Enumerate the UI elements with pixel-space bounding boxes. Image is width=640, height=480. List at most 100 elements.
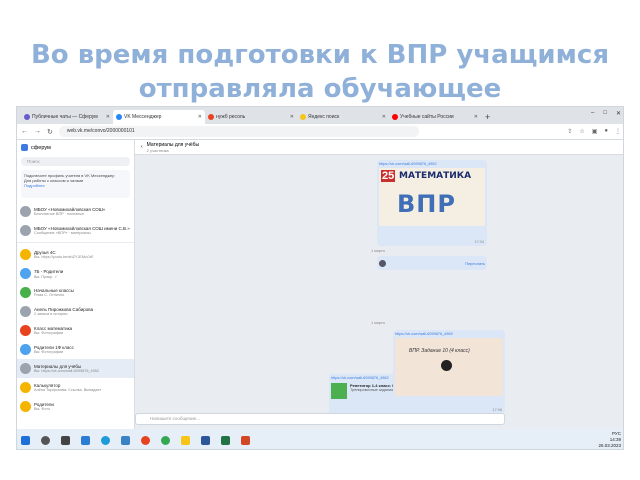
- close-icon[interactable]: ✕: [106, 114, 110, 120]
- video-card-text: ВПР. Задание 10 (4 класс): [409, 348, 470, 354]
- chat-preview: Рома С. Отлично: [34, 293, 65, 297]
- start-icon[interactable]: [21, 435, 30, 445]
- windows-taskbar: РУС 14:39 26.03.2023: [17, 429, 623, 449]
- chat-preview: Вы: Фотографии: [34, 331, 64, 335]
- address-bar: ← → ↻ web.vk.me/convo/2000000101 ⇪ ☆ ▣ ●…: [17, 124, 623, 140]
- avatar: [20, 268, 31, 279]
- forward-icon[interactable]: →: [34, 128, 41, 135]
- close-icon[interactable]: ✕: [198, 114, 202, 120]
- yandex-icon[interactable]: [141, 435, 150, 445]
- date-separator: 1 марта: [371, 321, 385, 325]
- avatar: [20, 249, 31, 260]
- close-icon[interactable]: ✕: [382, 114, 386, 120]
- chat-subtitle: 2 участника: [146, 147, 169, 153]
- back-arrow-icon[interactable]: ‹: [141, 144, 143, 150]
- chat-list-item[interactable]: МБОУ «Новомихайловская СОШ» Бесплатное ВП…: [17, 202, 134, 221]
- chat-list-item-selected[interactable]: Материалы для учёбы Вы: https://vk.com/wa…: [17, 359, 134, 378]
- powerpoint-icon[interactable]: [241, 435, 250, 445]
- chat-list-item[interactable]: МБОУ «Новомихайловская СОШ имени С.В.» Со…: [17, 221, 134, 240]
- avatar: [20, 344, 31, 355]
- chat-list-item[interactable]: Анель Пирожкова Сабирова 2 записи в истор…: [17, 302, 134, 321]
- browser-tab-0[interactable]: Публичные чаты — Сферум ✕: [21, 110, 113, 124]
- avatar: [20, 225, 31, 236]
- tab-favicon: [300, 114, 306, 120]
- message-link[interactable]: https://vk.com/wall-6099876_4952: [379, 162, 485, 166]
- tab-favicon: [24, 114, 30, 120]
- extensions-icon[interactable]: ▣: [592, 128, 598, 135]
- edge-icon[interactable]: [101, 435, 110, 445]
- forward-label[interactable]: Переслать: [465, 261, 485, 266]
- chat-list-item[interactable]: 7Б - Родители Вы: Прикр. ✓: [17, 264, 134, 283]
- chat-list-item[interactable]: Друзья 4С Вы: https://youtu.be/ahZYJEMvOr…: [17, 245, 134, 264]
- chat-preview: Вы: Прикр. ✓: [34, 274, 58, 279]
- chrome-icon[interactable]: [161, 435, 170, 445]
- share-icon[interactable]: ⇪: [567, 128, 572, 135]
- tab-label: нужб ресоль: [216, 114, 246, 120]
- chat-pane: ‹ Материалы для учёбы 2 участника https:…: [135, 140, 623, 429]
- sidebar-header: сферум: [17, 140, 134, 155]
- browser-tab-3[interactable]: Яндекс поиск ✕: [297, 110, 389, 124]
- url-input[interactable]: web.vk.me/convo/2000000101: [58, 126, 419, 137]
- window-close-button[interactable]: ✕: [616, 110, 621, 117]
- chat-list-item[interactable]: Класс математика Вы: Фотографии: [17, 321, 134, 340]
- chat-list-item[interactable]: Начальные классы Рома С. Отлично: [17, 283, 134, 302]
- message-bubble[interactable]: https://vk.com/wall-6099876_4969 ВПР. За…: [393, 330, 505, 414]
- close-icon[interactable]: ✕: [290, 114, 294, 120]
- new-tab-button[interactable]: +: [485, 110, 490, 124]
- chat-list-item[interactable]: Родители 1Ф класс Вы: Фотографии: [17, 340, 134, 359]
- excel-icon[interactable]: [221, 435, 230, 445]
- menu-icon[interactable]: ⋮: [615, 128, 621, 135]
- chat-list-item[interactable]: Калькулятор Алёна Тирфонова: Ссылка. Выпа…: [17, 378, 134, 397]
- chat-preview: Бесплатное ВПР · полезные: [34, 212, 85, 216]
- forward-bubble[interactable]: Переслать: [377, 256, 487, 270]
- chat-preview: Вы: Фотографии: [34, 350, 64, 354]
- math-vpr-card-image[interactable]: 25 МАТЕМАТИКА ВПР: [379, 168, 485, 226]
- mail-icon[interactable]: [81, 435, 90, 445]
- card-big-text: ВПР: [397, 190, 456, 218]
- avatar: [20, 306, 31, 317]
- message-input[interactable]: Напишите сообщение...: [135, 413, 505, 425]
- message-time: 17:06: [492, 408, 502, 412]
- preview-thumb-icon: [331, 383, 347, 399]
- word-icon[interactable]: [201, 435, 210, 445]
- task-view-icon[interactable]: [61, 435, 70, 445]
- chat-preview: Сообщение «ВПР» · материалы: [34, 231, 91, 235]
- avatar: [20, 363, 31, 374]
- back-icon[interactable]: ←: [21, 128, 28, 135]
- store-icon[interactable]: [121, 435, 130, 445]
- browser-tab-1[interactable]: VK Мессенджер ✕: [113, 110, 205, 124]
- tab-label: VK Мессенджер: [124, 114, 162, 120]
- chat-preview: Вы: https://vk.com/wall-6099876_4952: [34, 369, 99, 373]
- notice-link[interactable]: Подробнее: [24, 183, 127, 188]
- chat-sidebar: сферум Поиск Подключите профиль учителя …: [17, 140, 135, 429]
- app-name: сферум: [31, 144, 51, 151]
- avatar: [20, 382, 31, 393]
- maximize-button[interactable]: □: [603, 110, 607, 117]
- message-bubble[interactable]: https://vk.com/wall-6099876_4952 25 МАТЕ…: [377, 160, 487, 246]
- system-tray[interactable]: РУС 14:39 26.03.2023: [598, 431, 621, 449]
- browser-tab-4[interactable]: Учебные сайты России ✕: [389, 110, 481, 124]
- browser-toolbar: ⇪ ☆ ▣ ● ⋮: [567, 128, 621, 135]
- message-link[interactable]: https://vk.com/wall-6099876_4969: [395, 332, 503, 336]
- bookmark-star-icon[interactable]: ☆: [579, 128, 584, 135]
- play-icon[interactable]: [441, 360, 452, 371]
- avatar: [20, 325, 31, 336]
- sferum-logo-icon: [21, 144, 28, 151]
- avatar: [20, 287, 31, 298]
- explorer-icon[interactable]: [181, 435, 190, 445]
- card-number: 25: [381, 170, 396, 182]
- browser-tab-2[interactable]: нужб ресоль ✕: [205, 110, 297, 124]
- chat-preview: Вы: Фото: [34, 407, 51, 411]
- profile-icon[interactable]: ●: [604, 128, 608, 135]
- video-card-image[interactable]: ВПР. Задание 10 (4 класс): [395, 338, 503, 396]
- minimize-button[interactable]: –: [591, 110, 594, 117]
- chat-list-item[interactable]: Родители Вы: Фото: [17, 397, 134, 416]
- tab-label: Учебные сайты России: [400, 114, 454, 120]
- close-icon[interactable]: ✕: [474, 114, 478, 120]
- avatar: [20, 206, 31, 217]
- search-icon[interactable]: [41, 435, 50, 445]
- chat-header: ‹ Материалы для учёбы 2 участника: [135, 140, 623, 155]
- search-input[interactable]: Поиск: [21, 157, 130, 166]
- avatar: [20, 401, 31, 412]
- reload-icon[interactable]: ↻: [47, 128, 53, 136]
